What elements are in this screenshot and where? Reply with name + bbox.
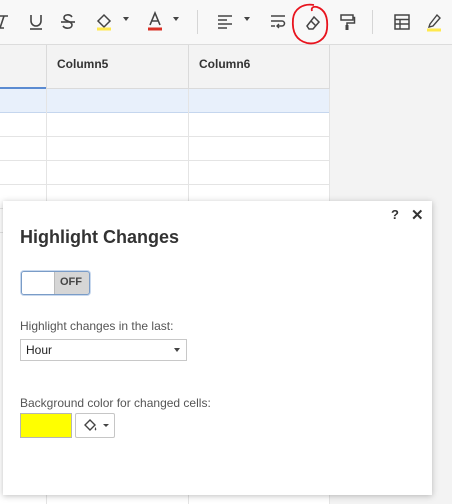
align-dropdown-icon[interactable] [244, 17, 250, 21]
align-button[interactable] [214, 8, 236, 36]
time-range-label: Highlight changes in the last: [20, 319, 174, 333]
row-divider [0, 160, 330, 161]
text-color-icon [148, 11, 162, 31]
fill-color-dropdown-icon[interactable] [123, 17, 129, 21]
italic-button[interactable] [0, 8, 10, 36]
background-color-swatch[interactable] [20, 413, 72, 438]
text-color-button[interactable] [144, 8, 166, 36]
highlight-changes-dialog: ? ✕ Highlight Changes OFF Highlight chan… [3, 201, 432, 495]
underline-icon [30, 15, 42, 30]
toggle-knob [22, 272, 55, 294]
table-icon [394, 14, 410, 30]
fill-color-button[interactable] [93, 8, 115, 36]
dialog-title: Highlight Changes [20, 227, 179, 247]
help-icon[interactable]: ? [391, 207, 399, 222]
column-header-column6[interactable]: Column6 [189, 45, 330, 89]
column-header-label: Column6 [199, 57, 251, 71]
column-header[interactable] [0, 45, 47, 89]
wrap-text-button[interactable] [267, 8, 289, 36]
background-color-label: Background color for changed cells: [20, 396, 211, 410]
time-range-value: Hour [26, 343, 53, 357]
paint-format-icon [340, 14, 356, 30]
strikethrough-icon [61, 14, 75, 29]
highlight-icon [427, 13, 441, 32]
column-header-label: Column5 [57, 57, 109, 71]
align-left-icon [218, 15, 232, 29]
toolbar [0, 0, 452, 45]
underline-button[interactable] [26, 8, 46, 36]
close-icon[interactable]: ✕ [411, 206, 424, 224]
chevron-down-icon [174, 348, 180, 352]
chevron-down-icon [103, 424, 109, 427]
italic-icon [0, 15, 8, 29]
highlight-toggle[interactable]: OFF [21, 271, 90, 295]
color-picker-button[interactable] [75, 413, 115, 438]
row-divider [0, 136, 330, 137]
paint-bucket-icon [84, 419, 97, 431]
toggle-state-label: OFF [60, 276, 82, 288]
row-divider [0, 184, 330, 185]
time-range-select[interactable]: Hour [20, 339, 187, 361]
strikethrough-button[interactable] [58, 8, 78, 36]
text-color-dropdown-icon[interactable] [173, 17, 179, 21]
table-button[interactable] [391, 8, 413, 36]
toolbar-separator [372, 10, 373, 34]
paint-format-button[interactable] [336, 8, 358, 36]
annotation-circle [291, 3, 329, 45]
toolbar-separator [197, 10, 198, 34]
wrap-text-icon [271, 15, 286, 29]
selected-row[interactable] [0, 89, 330, 113]
highlight-button[interactable] [423, 8, 445, 36]
fill-color-icon [96, 13, 112, 31]
column-header-column5[interactable]: Column5 [47, 45, 189, 89]
